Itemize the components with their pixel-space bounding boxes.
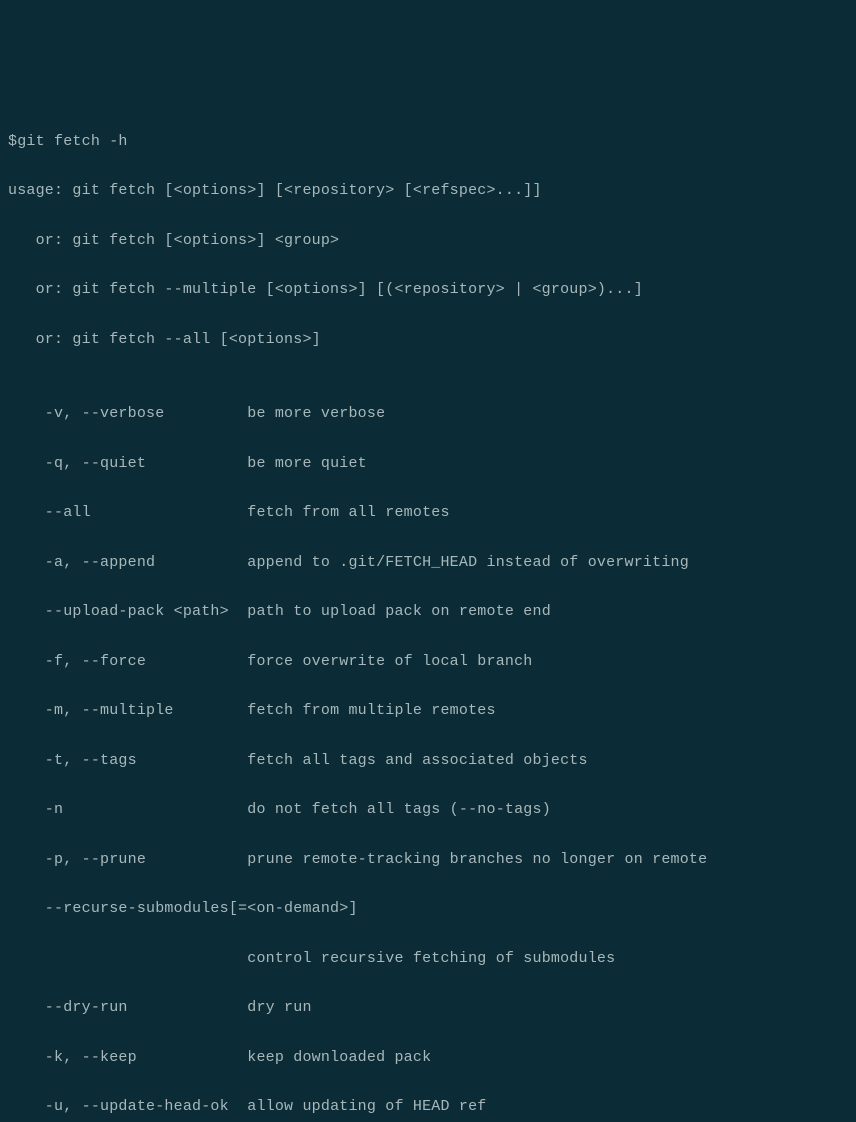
- command-prompt: $git fetch -h: [8, 130, 848, 155]
- option-desc: allow updating of HEAD ref: [247, 1098, 486, 1115]
- option-keep: -k, --keep keep downloaded pack: [8, 1046, 848, 1071]
- option-flag: -p, --prune: [8, 848, 247, 873]
- option-all: --all fetch from all remotes: [8, 501, 848, 526]
- usage-line-2: or: git fetch --multiple [<options>] [(<…: [8, 278, 848, 303]
- option-flag: -k, --keep: [8, 1046, 247, 1071]
- option-force: -f, --force force overwrite of local bra…: [8, 650, 848, 675]
- option-tags: -t, --tags fetch all tags and associated…: [8, 749, 848, 774]
- option-no-tags: -n do not fetch all tags (--no-tags): [8, 798, 848, 823]
- option-dry-run: --dry-run dry run: [8, 996, 848, 1021]
- option-desc: be more quiet: [247, 455, 367, 472]
- option-desc: path to upload pack on remote end: [247, 603, 551, 620]
- option-update-head-ok: -u, --update-head-ok allow updating of H…: [8, 1095, 848, 1120]
- option-flag: -f, --force: [8, 650, 247, 675]
- option-quiet: -q, --quiet be more quiet: [8, 452, 848, 477]
- option-desc: keep downloaded pack: [247, 1049, 431, 1066]
- option-desc: control recursive fetching of submodules: [247, 950, 615, 967]
- option-flag: --dry-run: [8, 996, 247, 1021]
- option-flag: [8, 947, 247, 972]
- option-recurse-submodules: --recurse-submodules[=<on-demand>]: [8, 897, 848, 922]
- option-flag: --all: [8, 501, 247, 526]
- option-flag: -m, --multiple: [8, 699, 247, 724]
- usage-line-1: or: git fetch [<options>] <group>: [8, 229, 848, 254]
- terminal-output: $git fetch -h usage: git fetch [<options…: [8, 105, 848, 1122]
- option-flag: --recurse-submodules[=<on-demand>]: [8, 897, 358, 922]
- option-flag: --upload-pack <path>: [8, 600, 247, 625]
- option-flag: -t, --tags: [8, 749, 247, 774]
- option-desc: append to .git/FETCH_HEAD instead of ove…: [247, 554, 689, 571]
- option-append: -a, --append append to .git/FETCH_HEAD i…: [8, 551, 848, 576]
- option-desc: do not fetch all tags (--no-tags): [247, 801, 551, 818]
- option-desc: fetch all tags and associated objects: [247, 752, 587, 769]
- option-verbose: -v, --verbose be more verbose: [8, 402, 848, 427]
- option-desc: be more verbose: [247, 405, 385, 422]
- usage-line-3: or: git fetch --all [<options>]: [8, 328, 848, 353]
- option-flag: -v, --verbose: [8, 402, 247, 427]
- option-multiple: -m, --multiple fetch from multiple remot…: [8, 699, 848, 724]
- option-prune: -p, --prune prune remote-tracking branch…: [8, 848, 848, 873]
- option-desc: prune remote-tracking branches no longer…: [247, 851, 707, 868]
- option-desc: fetch from multiple remotes: [247, 702, 495, 719]
- option-flag: -n: [8, 798, 247, 823]
- option-desc: fetch from all remotes: [247, 504, 449, 521]
- option-flag: -a, --append: [8, 551, 247, 576]
- option-desc: dry run: [247, 999, 311, 1016]
- option-flag: -q, --quiet: [8, 452, 247, 477]
- usage-line-0: usage: git fetch [<options>] [<repositor…: [8, 179, 848, 204]
- option-flag: -u, --update-head-ok: [8, 1095, 247, 1120]
- option-recurse-submodules-desc: control recursive fetching of submodules: [8, 947, 848, 972]
- option-upload-pack: --upload-pack <path> path to upload pack…: [8, 600, 848, 625]
- option-desc: force overwrite of local branch: [247, 653, 532, 670]
